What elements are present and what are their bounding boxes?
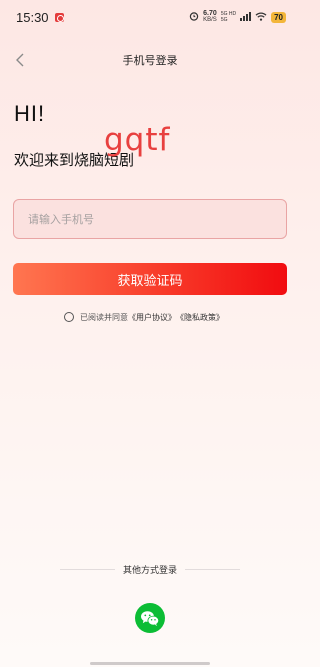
divider-right: [185, 568, 241, 570]
status-time: 15:30: [16, 9, 49, 25]
app-notification-icon: [54, 12, 64, 22]
alarm-icon: [189, 8, 199, 26]
agreement-prefix: 已阅读并同意: [80, 312, 128, 322]
divider-left: [60, 568, 115, 570]
wechat-login-button[interactable]: [135, 603, 165, 633]
page-title: 手机号登录: [122, 54, 178, 67]
network-speed-unit: KB/S: [203, 17, 217, 23]
chevron-left-icon: [16, 53, 24, 67]
battery-indicator: 70: [271, 11, 286, 23]
privacy-policy-link[interactable]: 《隐私政策》: [176, 312, 224, 323]
status-bar: 15:30 6.70 KB/S 5G HD 5G 70: [0, 0, 300, 34]
wifi-icon: [255, 8, 267, 26]
nav-bar: 手机号登录: [0, 46, 300, 74]
phone-field[interactable]: [13, 199, 287, 239]
network-type-bottom: 5G: [220, 17, 228, 23]
phone-input[interactable]: [28, 212, 272, 226]
other-login-label: 其他方式登录: [123, 565, 178, 576]
user-agreement-link[interactable]: 《用户协议》: [128, 312, 176, 323]
agreement-checkbox[interactable]: [64, 312, 74, 322]
wechat-icon: [141, 610, 160, 626]
signal-icon: [240, 8, 252, 26]
greeting-hi: HI!: [14, 101, 46, 126]
watermark-text: gqtf: [104, 122, 171, 158]
network-speed: 6.70 KB/S: [203, 10, 217, 24]
network-type: 5G HD 5G: [221, 11, 236, 23]
back-button[interactable]: [8, 48, 32, 72]
get-code-button[interactable]: 获取验证码: [13, 263, 287, 295]
status-icons: 6.70 KB/S 5G HD 5G 70: [189, 8, 286, 26]
network-speed-value: 6.70: [203, 10, 217, 17]
home-indicator[interactable]: [90, 662, 210, 665]
agreement-row: 已阅读并同意 《用户协议》 《隐私政策》: [64, 310, 224, 324]
other-login-divider: 其他方式登录: [60, 562, 241, 576]
